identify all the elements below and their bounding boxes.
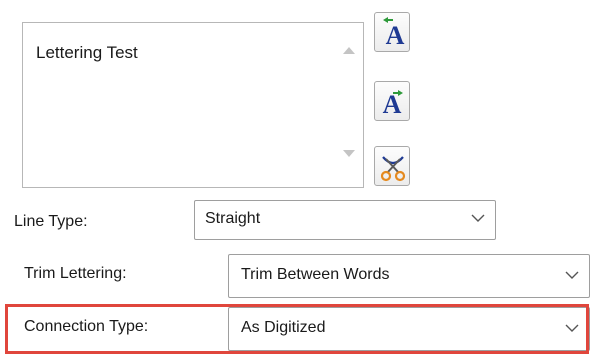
insert-lettering-before-button[interactable]: A (374, 12, 410, 52)
lettering-panel: Lettering Test A A Line Type: Straight T… (0, 0, 592, 358)
connection-type-label: Connection Type: (24, 318, 149, 335)
scroll-down-arrow-icon[interactable] (343, 150, 355, 157)
connection-type-dropdown[interactable]: As Digitized (228, 307, 590, 351)
line-type-value: Straight (205, 210, 261, 227)
svg-text:A: A (386, 21, 405, 50)
chevron-down-icon (471, 214, 485, 222)
text-area-scrollbar[interactable] (335, 23, 363, 187)
insert-lettering-after-button[interactable]: A (374, 81, 410, 121)
lettering-insert-after-icon: A (383, 90, 403, 119)
line-type-label: Line Type: (14, 213, 88, 230)
trim-lettering-dropdown[interactable]: Trim Between Words (228, 254, 590, 298)
line-type-dropdown[interactable]: Straight (194, 200, 496, 240)
lettering-insert-before-icon: A (383, 17, 405, 50)
scissors-trim-icon (380, 156, 406, 182)
chevron-down-icon (565, 271, 579, 279)
trim-lettering-value: Trim Between Words (241, 266, 390, 283)
connection-type-value: As Digitized (241, 319, 326, 336)
trim-lettering-label: Trim Lettering: (24, 265, 127, 282)
lettering-text: Lettering Test (36, 43, 138, 62)
lettering-text-area[interactable]: Lettering Test (22, 22, 364, 188)
scroll-up-arrow-icon[interactable] (343, 47, 355, 54)
trim-lettering-button[interactable] (374, 146, 410, 186)
chevron-down-icon (565, 324, 579, 332)
